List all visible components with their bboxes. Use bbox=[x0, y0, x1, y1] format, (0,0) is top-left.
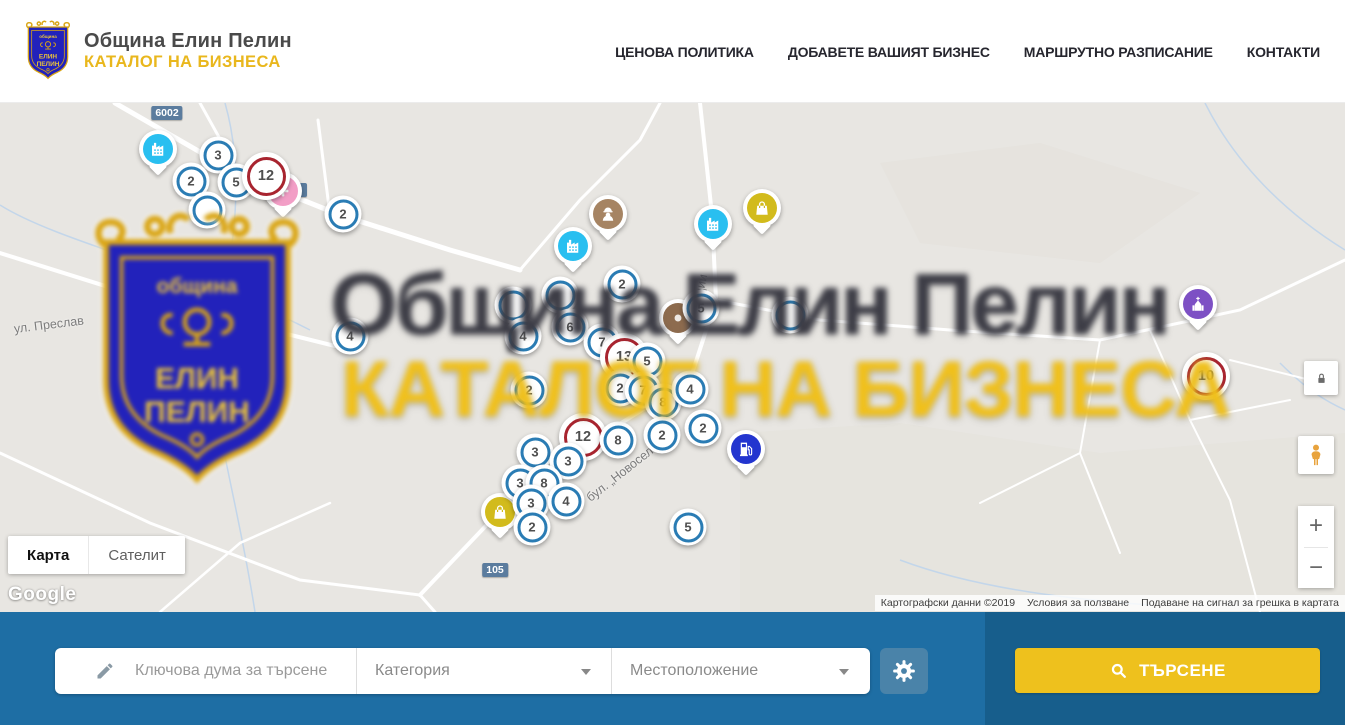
svg-text:ПЕЛИН: ПЕЛИН bbox=[37, 61, 60, 68]
pegman-icon bbox=[1304, 442, 1328, 468]
cluster-marker[interactable]: 2 bbox=[604, 266, 641, 303]
municipality-crest-icon: община ЕЛИН ПЕЛИН bbox=[24, 20, 72, 82]
location-dropdown-label: Местоположение bbox=[612, 662, 758, 680]
pencil-icon bbox=[95, 661, 115, 681]
cluster-count: 3 bbox=[214, 148, 221, 163]
map-type-control: Карта Сателит bbox=[8, 536, 185, 574]
attribution-link[interactable]: Подаване на сигнал за грешка в картата bbox=[1135, 595, 1345, 611]
svg-text:ЕЛИН: ЕЛИН bbox=[39, 54, 58, 61]
search-fields: Категория Местоположение bbox=[55, 648, 870, 694]
search-button[interactable]: ТЪРСЕНЕ bbox=[1015, 648, 1320, 693]
cluster-count: 12 bbox=[258, 168, 274, 184]
cluster-count: 2 bbox=[699, 421, 706, 436]
cluster-count: 2 bbox=[528, 520, 535, 535]
attribution-link[interactable]: Условия за ползване bbox=[1021, 595, 1135, 611]
cluster-count: 2 bbox=[339, 207, 346, 222]
cluster-count: 5 bbox=[684, 520, 691, 535]
header: община ЕЛИН ПЕЛИН Община Елин Пелин КАТА… bbox=[0, 0, 1345, 103]
site-subtitle: КАТАЛОГ НА БИЗНЕСА bbox=[84, 53, 292, 72]
street-view-lock-button[interactable] bbox=[1304, 361, 1338, 395]
cluster-marker[interactable]: 5 bbox=[670, 509, 707, 546]
search-bar: Категория Местоположение ТЪРСЕНЕ bbox=[0, 612, 1345, 725]
map-attribution: Картографски данни ©2019Условия за ползв… bbox=[875, 595, 1345, 611]
cluster-marker[interactable]: 2 bbox=[644, 417, 681, 454]
search-button-label: ТЪРСЕНЕ bbox=[1139, 661, 1226, 681]
cluster-count: 5 bbox=[697, 301, 704, 316]
cluster-count: 6 bbox=[566, 320, 573, 335]
cluster-marker[interactable]: 4 bbox=[548, 483, 585, 520]
main-nav: ЦЕНОВА ПОЛИТИКА ДОБАВЕТЕ ВАШИЯТ БИЗНЕС МАР… bbox=[615, 0, 1320, 103]
map-type-map-button[interactable]: Карта bbox=[8, 536, 88, 574]
google-logo[interactable]: Google bbox=[8, 584, 76, 606]
chevron-down-icon bbox=[581, 669, 591, 675]
settings-button[interactable] bbox=[880, 648, 928, 694]
cluster-count: 8 bbox=[659, 395, 666, 410]
nav-item-1[interactable]: ЦЕНОВА ПОЛИТИКА bbox=[615, 44, 754, 60]
site-title: Община Елин Пелин bbox=[84, 30, 292, 53]
cluster-marker[interactable]: 2 bbox=[325, 196, 362, 233]
cluster-count: 5 bbox=[643, 354, 650, 369]
cluster-marker[interactable] bbox=[189, 192, 226, 229]
map-data-attribution: Картографски данни ©2019 bbox=[875, 595, 1021, 611]
cluster-count: 4 bbox=[686, 382, 693, 397]
map-canvas[interactable]: 6002105 ул. Преславбул. „Новоселции 3251… bbox=[0, 103, 1345, 612]
category-dropdown[interactable]: Категория bbox=[357, 648, 612, 694]
cluster-count: 3 bbox=[531, 445, 538, 460]
keyword-field[interactable] bbox=[55, 648, 357, 694]
pegman-control[interactable] bbox=[1298, 436, 1334, 474]
cluster-count: 4 bbox=[346, 329, 353, 344]
zoom-in-button[interactable]: + bbox=[1298, 506, 1334, 547]
cluster-marker[interactable] bbox=[772, 297, 809, 334]
cluster-count: 12 bbox=[575, 429, 591, 445]
app: община ЕЛИН ПЕЛИН Община Елин Пелин КАТА… bbox=[0, 0, 1345, 725]
cluster-count: 4 bbox=[519, 329, 526, 344]
location-dropdown[interactable]: Местоположение bbox=[612, 648, 869, 694]
map-type-satellite-button[interactable]: Сателит bbox=[88, 536, 185, 574]
nav-item-2[interactable]: ДОБАВЕТЕ ВАШИЯТ БИЗНЕС bbox=[788, 44, 990, 60]
cluster-count: 2 bbox=[525, 383, 532, 398]
cluster-marker[interactable]: 8 bbox=[600, 422, 637, 459]
cluster-count: 10 bbox=[1198, 368, 1214, 384]
logo[interactable]: община ЕЛИН ПЕЛИН Община Елин Пелин КАТА… bbox=[24, 20, 292, 82]
zoom-control: + − bbox=[1298, 506, 1334, 588]
map-clusters-layer: 32512242467135522784221283338342510 bbox=[0, 103, 1345, 612]
cluster-marker[interactable]: 4 bbox=[505, 318, 542, 355]
gear-icon bbox=[891, 658, 917, 684]
cluster-marker[interactable]: 4 bbox=[332, 318, 369, 355]
svg-text:община: община bbox=[39, 33, 57, 39]
cluster-count: 3 bbox=[564, 454, 571, 469]
cluster-count: 2 bbox=[618, 277, 625, 292]
cluster-marker[interactable]: 2 bbox=[685, 410, 722, 447]
cluster-count: 8 bbox=[614, 433, 621, 448]
cluster-marker[interactable]: 5 bbox=[683, 290, 720, 327]
zoom-out-button[interactable]: − bbox=[1298, 548, 1334, 589]
cluster-count: 2 bbox=[658, 428, 665, 443]
nav-item-3[interactable]: МАРШРУТНО РАЗПИСАНИЕ bbox=[1024, 44, 1213, 60]
cluster-count: 4 bbox=[562, 494, 569, 509]
cluster-marker[interactable]: 2 bbox=[511, 372, 548, 409]
category-dropdown-label: Категория bbox=[357, 662, 450, 680]
cluster-marker[interactable]: 10 bbox=[1182, 352, 1230, 400]
chevron-down-icon bbox=[839, 669, 849, 675]
cluster-count: 2 bbox=[616, 381, 623, 396]
cluster-count: 2 bbox=[187, 174, 194, 189]
nav-item-4[interactable]: КОНТАКТИ bbox=[1247, 44, 1320, 60]
cluster-marker[interactable]: 4 bbox=[672, 371, 709, 408]
cluster-count: 5 bbox=[232, 175, 239, 190]
search-icon bbox=[1109, 661, 1128, 680]
logo-text: Община Елин Пелин КАТАЛОГ НА БИЗНЕСА bbox=[84, 30, 292, 72]
cluster-marker[interactable]: 12 bbox=[242, 152, 290, 200]
cluster-marker[interactable]: 2 bbox=[514, 509, 551, 546]
